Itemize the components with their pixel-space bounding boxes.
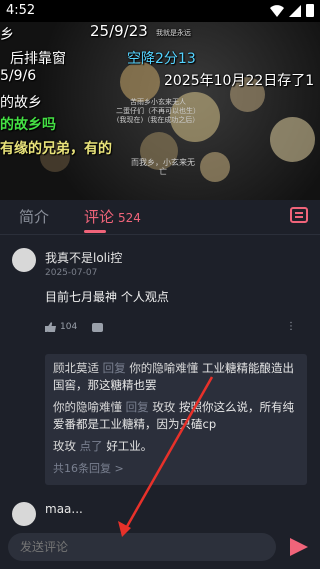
danmaku-small: 我就是永远 [156, 29, 191, 37]
tab-comments[interactable]: 评论 524 [84, 206, 141, 227]
reply-item: 你的隐喻难懂 回复 玫玫 按照你这么说，所有纯爱番都是工业糖精，因为只磕cp [53, 399, 299, 433]
danmaku-item: 后排靠窗 [10, 51, 66, 67]
reply-author[interactable]: 你的隐喻难懂 [53, 400, 122, 414]
status-time: 4:52 [6, 3, 36, 18]
reply-item: 顾北莫适 回复 你的隐喻难懂 工业糖精能酿造出国窖，那这糖精也罢 [53, 360, 299, 394]
danmaku-list-icon[interactable] [290, 207, 308, 223]
tab-intro[interactable]: 简介 [19, 206, 49, 227]
avatar[interactable] [12, 502, 36, 526]
video-player[interactable]: 乡 25/9/23 我就是永远 后排靠窗 空降2分13 5/9/6 2025年1… [0, 22, 320, 200]
danmaku-item: 有缘的兄弟，有的 [0, 141, 112, 157]
reply-keyword: 回复 [102, 361, 126, 375]
danmaku-item: 空降2分13 [127, 51, 196, 67]
thumbs-up-icon [45, 322, 56, 332]
like-count: 104 [60, 322, 78, 332]
reply-panel[interactable]: 顾北莫适 回复 你的隐喻难懂 工业糖精能酿造出国窖，那这糖精也罢 你的隐喻难懂 … [45, 354, 307, 485]
signal-icon [289, 4, 301, 17]
tab-bar: 简介 评论 524 [0, 200, 320, 235]
comment-input[interactable] [8, 533, 276, 561]
reply-icon[interactable] [92, 323, 103, 332]
more-options-icon[interactable]: ⋮ [286, 321, 296, 332]
tab-comments-label: 评论 [84, 208, 115, 226]
reply-text: 好工业。 [106, 439, 153, 453]
video-subtitle: 而我乡，小玄来无亡 [131, 158, 195, 176]
reply-keyword: 点了 [79, 439, 103, 453]
danmaku-item: 2025年10月22日存了1 [164, 73, 315, 89]
comment-count: 524 [118, 211, 141, 225]
reply-author[interactable]: 顾北莫适 [53, 361, 99, 375]
avatar[interactable] [12, 248, 36, 272]
battery-icon [306, 4, 314, 17]
danmaku-item: 25/9/23 [90, 22, 148, 40]
overlay-text: 苦雨乡小玄来无人 二蛋仔们（不再可以也生） (我现在)（我在成功之后） [116, 98, 200, 124]
reply-author[interactable]: 玫玫 [53, 439, 76, 453]
like-button[interactable]: 104 [45, 322, 77, 332]
more-replies-link[interactable]: 共16条回复 > [53, 460, 299, 477]
tab-indicator [84, 230, 106, 233]
comment-content: 目前七月最神 个人观点 [45, 290, 169, 304]
comment-date: 2025-07-07 [45, 268, 98, 278]
status-icons [270, 4, 314, 17]
comment-username[interactable]: 我真不是loli控 [45, 249, 122, 266]
send-icon[interactable] [290, 538, 308, 556]
danmaku-item: 乡 [0, 27, 14, 43]
wifi-icon [270, 4, 284, 17]
status-bar: 4:52 [0, 0, 320, 22]
reply-item: 玫玫 点了 好工业。 [53, 438, 299, 455]
danmaku-item: 的故乡 [0, 95, 42, 111]
reply-target[interactable]: 你的隐喻难懂 [129, 361, 198, 375]
reply-keyword: 回复 [125, 400, 149, 414]
comment-username[interactable]: maa... [45, 502, 83, 516]
comment-input-bar [0, 530, 320, 569]
danmaku-item: 的故乡吗 [0, 117, 56, 133]
reply-target[interactable]: 玫玫 [152, 400, 175, 414]
danmaku-item: 5/9/6 [0, 68, 37, 84]
